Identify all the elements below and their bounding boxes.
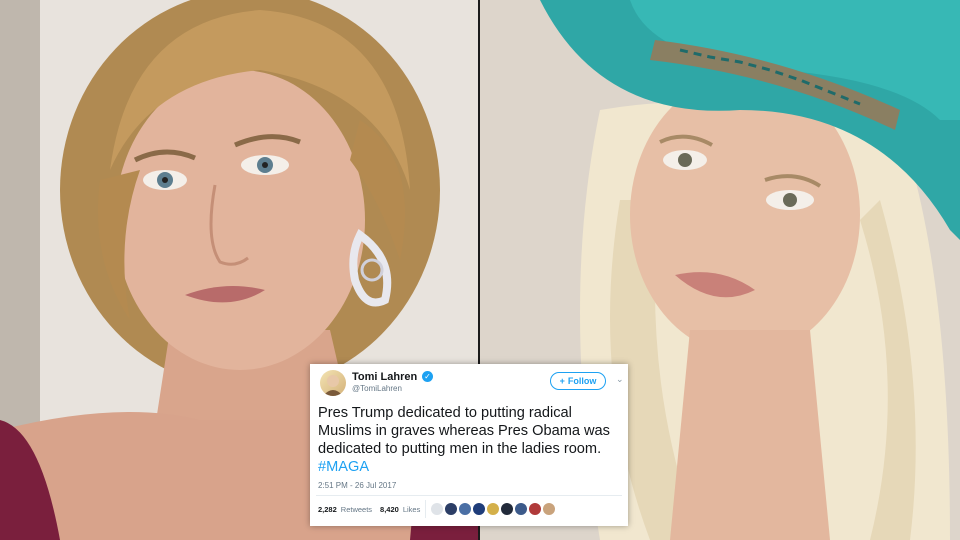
tweet-text: Pres Trump dedicated to putting radical … — [318, 404, 623, 476]
tweet-author-name[interactable]: Tomi Lahren — [352, 371, 417, 383]
tweet-timestamp[interactable]: 2:51 PM - 26 Jul 2017 — [318, 481, 396, 490]
liker-avatars — [431, 503, 555, 515]
tweet-card: Tomi Lahren ✓ @TomiLahren + Follow ⌄ Pre… — [310, 364, 628, 526]
tweet-author-handle[interactable]: @TomiLahren — [352, 384, 402, 393]
avatar[interactable] — [487, 503, 499, 515]
add-person-icon: + — [559, 376, 565, 386]
tweet-stats: 2,282 Retweets 8,420 Likes — [318, 505, 420, 514]
retweet-label: Retweets — [340, 505, 373, 514]
like-label: Likes — [402, 505, 421, 514]
avatar[interactable] — [543, 503, 555, 515]
hashtag-link[interactable]: #MAGA — [318, 459, 369, 475]
follow-label: Follow — [567, 376, 597, 386]
avatar[interactable] — [431, 503, 443, 515]
divider — [425, 500, 426, 518]
divider — [316, 495, 622, 496]
avatar[interactable] — [320, 370, 346, 396]
avatar[interactable] — [515, 503, 527, 515]
avatar[interactable] — [473, 503, 485, 515]
like-count[interactable]: 8,420 — [380, 505, 399, 514]
retweet-count[interactable]: 2,282 — [318, 505, 337, 514]
verified-badge-icon: ✓ — [422, 371, 433, 382]
avatar[interactable] — [501, 503, 513, 515]
chevron-down-icon[interactable]: ⌄ — [616, 374, 624, 385]
avatar[interactable] — [529, 503, 541, 515]
avatar[interactable] — [445, 503, 457, 515]
tweet-body: Pres Trump dedicated to putting radical … — [318, 405, 610, 457]
avatar[interactable] — [459, 503, 471, 515]
follow-button[interactable]: + Follow — [550, 372, 606, 390]
